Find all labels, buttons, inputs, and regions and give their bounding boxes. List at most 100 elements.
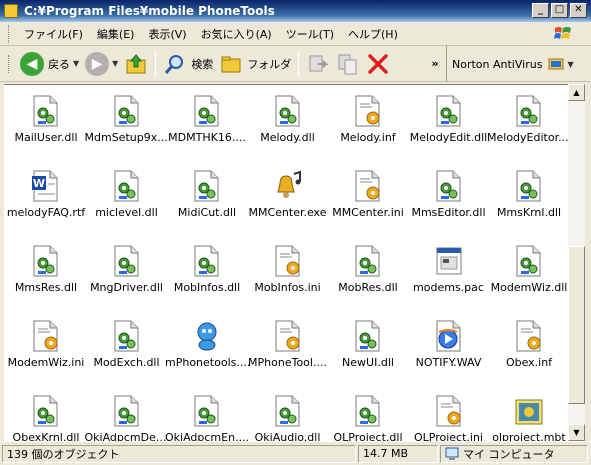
file-name: MDMTHK16....	[168, 131, 246, 144]
scroll-down-button[interactable]: ▼	[568, 424, 585, 441]
file-item[interactable]: OLProject.ini	[407, 395, 491, 441]
file-item[interactable]: MobInfos.ini	[246, 245, 330, 294]
file-item[interactable]: olproject.mbt	[487, 395, 568, 441]
file-item[interactable]: MngDriver.dll	[85, 245, 169, 294]
file-name: MelodyEdit.dll	[409, 131, 488, 144]
file-name: modems.pac	[413, 281, 484, 294]
file-item[interactable]: modems.pac	[407, 245, 491, 294]
file-name: Obex.inf	[505, 356, 553, 369]
title-bar[interactable]: C:¥Program Files¥mobile PhoneTools _ □ ✕	[0, 0, 591, 22]
file-name: MmsKrnl.dll	[496, 206, 562, 219]
file-item[interactable]: miclevel.dll	[85, 170, 169, 219]
file-item[interactable]: Melody.dll	[246, 95, 330, 144]
file-item[interactable]: MelodyEditor....	[487, 95, 568, 144]
copy-to-icon	[338, 54, 357, 74]
scroll-thumb[interactable]	[568, 246, 585, 404]
file-item[interactable]: MobRes.dll	[326, 245, 410, 294]
dll-file-icon	[272, 95, 304, 127]
file-item[interactable]: ModemWiz.ini	[4, 320, 88, 369]
norton-icon[interactable]	[548, 56, 564, 72]
file-item[interactable]: Obex.inf	[487, 320, 568, 369]
file-item[interactable]: OkiAdpcmEn....	[165, 395, 249, 441]
file-item[interactable]: MMCenter.exe	[246, 170, 330, 219]
file-name: miclevel.dll	[95, 206, 158, 219]
file-item[interactable]: OkiAudio.dll	[246, 395, 330, 441]
menu-view[interactable]: 表示(V)	[141, 26, 193, 42]
file-item[interactable]: ObexKrnl.dll	[4, 395, 88, 441]
file-item[interactable]: MobInfos.dll	[165, 245, 249, 294]
toolbar-overflow-chevron[interactable]: »	[431, 57, 438, 70]
file-item[interactable]: MMCenter.ini	[326, 170, 410, 219]
file-item[interactable]: MdmSetup9x....	[85, 95, 169, 144]
file-item[interactable]: MmsEditor.dll	[407, 170, 491, 219]
file-item[interactable]: MPhoneTool....	[246, 320, 330, 369]
delete-button[interactable]	[363, 49, 393, 79]
norton-dropdown-icon[interactable]: ▼	[567, 60, 573, 69]
norton-label[interactable]: Norton AntiVirus	[452, 58, 542, 71]
inf-file-icon	[513, 320, 545, 352]
close-button[interactable]: ✕	[570, 3, 587, 18]
file-name: MidiCut.dll	[177, 206, 237, 219]
menu-file[interactable]: ファイル(F)	[17, 26, 90, 42]
folders-button[interactable]: フォルダ	[216, 49, 294, 79]
file-name: OLProject.ini	[413, 431, 483, 441]
norton-toolbar: Norton AntiVirus ▼	[446, 46, 574, 82]
file-name: Melody.dll	[260, 131, 315, 144]
dll-file-icon	[30, 95, 62, 127]
minimize-button[interactable]: _	[532, 3, 549, 18]
forward-arrow-icon: ▶	[85, 51, 110, 76]
back-dropdown-icon[interactable]: ▼	[73, 59, 79, 68]
file-item[interactable]: NOTIFY.WAV	[407, 320, 491, 369]
scroll-up-button[interactable]: ▲	[568, 84, 585, 101]
up-folder-button[interactable]	[121, 49, 151, 79]
my-computer-icon	[445, 447, 459, 460]
move-to-button[interactable]	[303, 49, 333, 79]
file-item[interactable]: MDMTHK16....	[165, 95, 249, 144]
file-item[interactable]: MailUser.dll	[4, 95, 88, 144]
dll-file-icon	[513, 170, 545, 202]
file-item[interactable]: ModExch.dll	[85, 320, 169, 369]
dll-file-icon	[111, 245, 143, 277]
file-name: MobInfos.dll	[173, 281, 241, 294]
menu-edit[interactable]: 編集(E)	[90, 26, 142, 42]
file-item[interactable]: MidiCut.dll	[165, 170, 249, 219]
file-view[interactable]: MailUser.dll MdmSetup9x.... MDMTHK16.... Me…	[4, 84, 568, 441]
file-item[interactable]: ModemWiz.dll	[487, 245, 568, 294]
wav-file-icon	[433, 320, 465, 352]
maximize-button[interactable]: □	[551, 3, 568, 18]
search-icon	[165, 54, 184, 74]
file-item[interactable]: WmelodyFAQ.rtf	[4, 170, 88, 219]
file-name: OkiAdpcmDe....	[84, 431, 169, 441]
search-button[interactable]: 検索	[160, 49, 216, 79]
forward-dropdown-icon[interactable]: ▼	[112, 59, 118, 68]
menu-tools[interactable]: ツール(T)	[279, 26, 341, 42]
copy-to-button[interactable]	[333, 49, 363, 79]
vertical-scrollbar[interactable]: ▲ ▼	[568, 84, 585, 441]
file-name: MPhoneTool....	[248, 356, 327, 369]
folder-icon	[4, 4, 18, 18]
menu-favorites[interactable]: お気に入り(A)	[194, 26, 279, 42]
menu-help[interactable]: ヘルプ(H)	[341, 26, 405, 42]
file-name: MmsEditor.dll	[411, 206, 486, 219]
up-folder-icon	[126, 53, 146, 73]
file-item[interactable]: MmsKrnl.dll	[487, 170, 568, 219]
forward-button[interactable]: ▶ ▼	[82, 49, 121, 79]
file-item[interactable]: MelodyEdit.dll	[407, 95, 491, 144]
dll-file-icon	[191, 395, 223, 427]
back-button[interactable]: ◀ 戻る ▼	[17, 49, 82, 79]
dll-file-icon	[111, 320, 143, 352]
windows-logo-icon	[554, 27, 571, 39]
file-item[interactable]: OkiAdpcmDe....	[85, 395, 169, 441]
dll-file-icon	[191, 245, 223, 277]
file-item[interactable]: Melody.inf	[326, 95, 410, 144]
menu-grip[interactable]	[8, 24, 11, 43]
file-name: ObexKrnl.dll	[12, 431, 80, 441]
file-item[interactable]: mPhonetools....	[165, 320, 249, 369]
file-name: MdmSetup9x....	[84, 131, 169, 144]
mbt-file-icon	[513, 395, 545, 427]
file-item[interactable]: OLProject.dll	[326, 395, 410, 441]
file-item[interactable]: NewUI.dll	[326, 320, 410, 369]
toolbar-grip[interactable]	[8, 54, 11, 73]
dll-file-icon	[433, 95, 465, 127]
file-item[interactable]: MmsRes.dll	[4, 245, 88, 294]
